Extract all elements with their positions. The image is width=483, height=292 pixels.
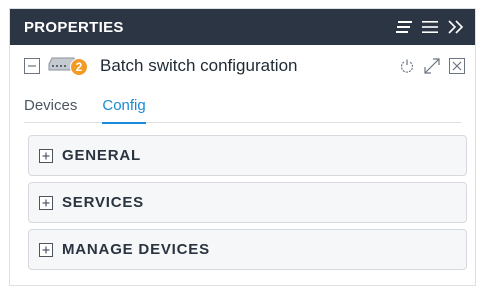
switch-device-icon: 2 <box>48 55 88 77</box>
sort-lines-icon[interactable] <box>395 20 413 34</box>
device-name: Batch switch configuration <box>100 56 298 75</box>
section-manage-devices[interactable]: MANAGE DEVICES <box>28 229 467 270</box>
header-icons <box>395 19 465 35</box>
tab-devices[interactable]: Devices <box>24 93 77 123</box>
expand-icon[interactable] <box>423 57 441 75</box>
plus-box-icon <box>39 148 53 163</box>
hamburger-menu-icon[interactable] <box>421 20 439 34</box>
double-chevron-right-icon[interactable] <box>447 19 465 35</box>
section-label: MANAGE DEVICES <box>62 241 210 258</box>
device-actions <box>399 57 465 75</box>
collapse-icon[interactable] <box>24 58 40 74</box>
section-general[interactable]: GENERAL <box>28 135 467 176</box>
panel-header: PROPERTIES <box>10 9 475 45</box>
plus-box-icon <box>39 242 53 257</box>
section-label: SERVICES <box>62 194 144 211</box>
properties-panel: PROPERTIES 2 Batch switch configuration … <box>9 8 476 286</box>
config-sections: GENERAL SERVICES MANAGE DEVICES <box>10 123 475 270</box>
tab-config[interactable]: Config <box>102 93 146 124</box>
plus-box-icon <box>39 195 53 210</box>
device-row: 2 Batch switch configuration <box>10 45 475 87</box>
section-services[interactable]: SERVICES <box>28 182 467 223</box>
section-label: GENERAL <box>62 147 141 164</box>
power-icon[interactable] <box>399 58 415 74</box>
close-icon[interactable] <box>449 58 465 74</box>
device-count-badge: 2 <box>70 58 88 76</box>
tab-bar: Devices Config <box>24 93 461 124</box>
panel-title: PROPERTIES <box>24 18 124 36</box>
